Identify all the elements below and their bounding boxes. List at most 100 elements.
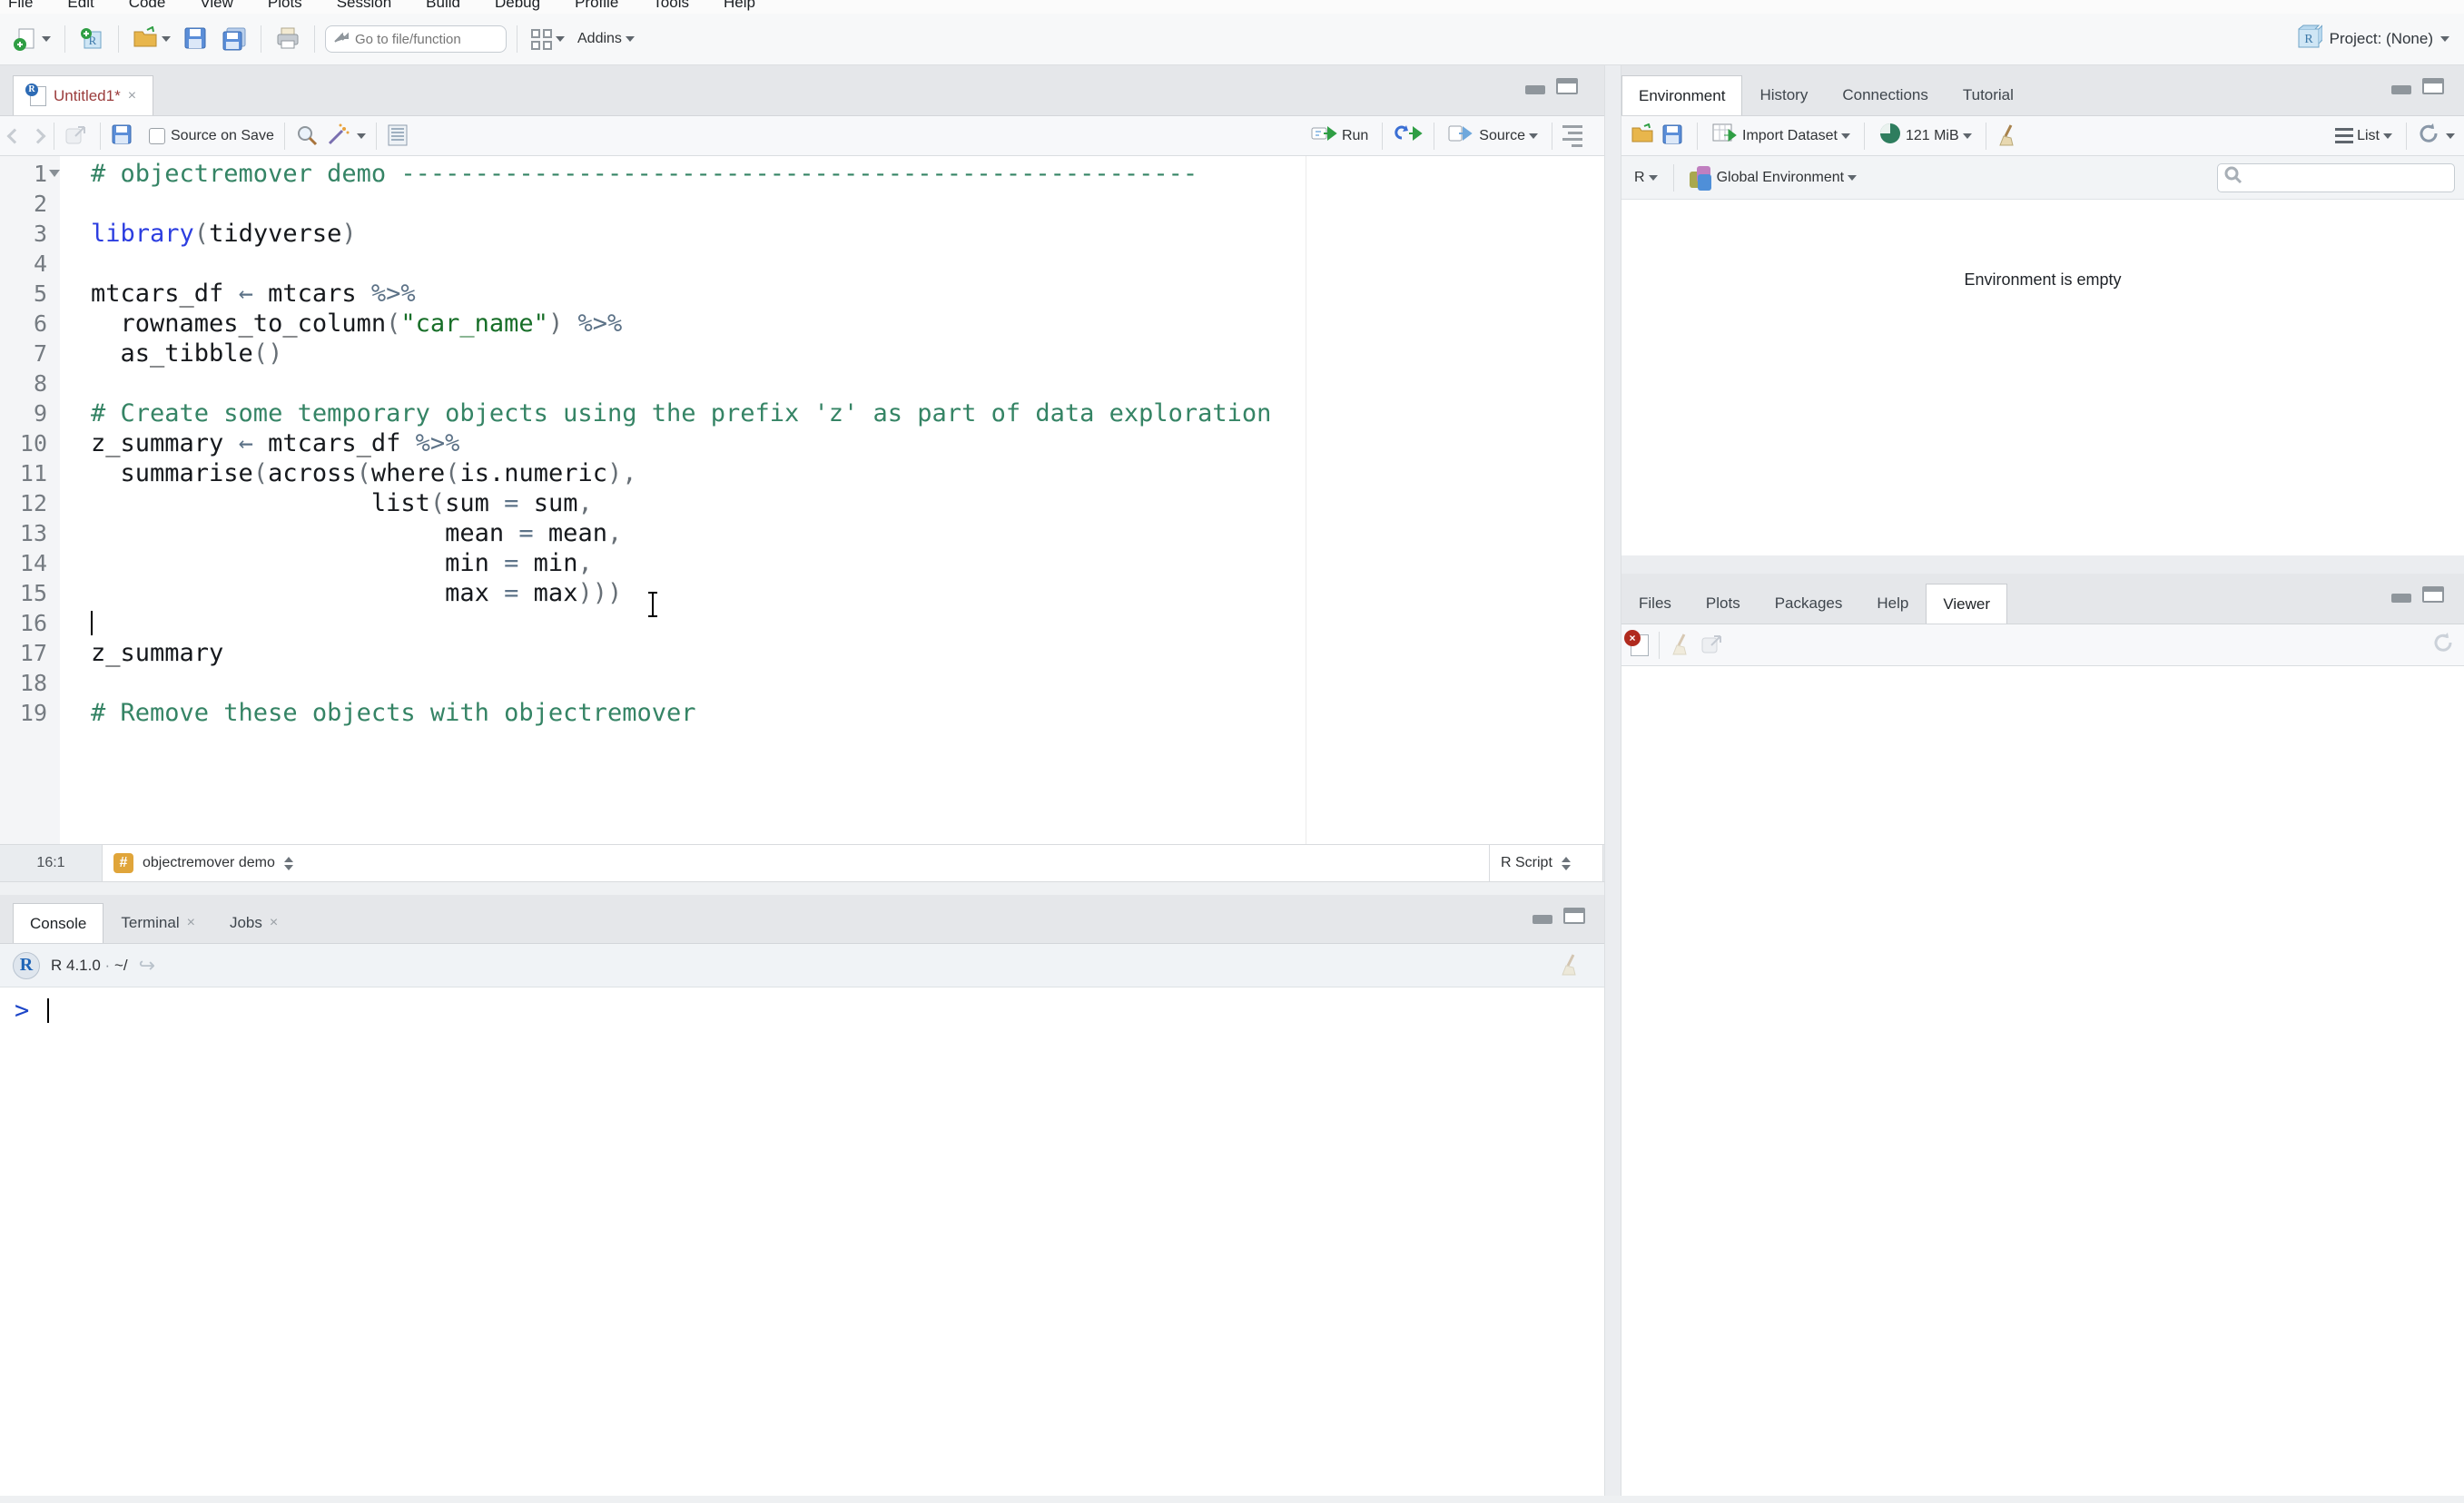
magic-wand-icon[interactable] — [326, 123, 351, 149]
list-view-button[interactable]: List — [2331, 125, 2396, 147]
close-icon[interactable]: × — [128, 88, 136, 104]
forward-icon[interactable] — [30, 128, 46, 143]
broom-icon[interactable] — [1670, 633, 1695, 658]
tab-console[interactable]: Console — [13, 903, 104, 943]
code-segment: ( — [356, 459, 371, 487]
back-icon[interactable] — [6, 128, 23, 143]
minimize-icon[interactable] — [2391, 594, 2411, 603]
minimize-icon[interactable] — [1525, 85, 1545, 94]
file-type-selector[interactable]: R Script — [1489, 845, 1603, 881]
horizontal-splitter[interactable] — [1621, 555, 2464, 574]
print-button[interactable] — [271, 24, 304, 54]
pane-gap — [0, 882, 1604, 895]
menu-profile[interactable]: Profile — [557, 0, 636, 12]
goto-file-input[interactable] — [355, 31, 491, 47]
tab-untitled1[interactable]: R Untitled1* × — [13, 75, 154, 115]
menu-edit[interactable]: Edit — [50, 0, 111, 12]
tab-plots[interactable]: Plots — [1689, 584, 1758, 624]
fold-arrow-icon[interactable] — [49, 170, 60, 177]
section-selector[interactable]: # objectremover demo — [102, 845, 1489, 881]
addins-button[interactable]: Addins — [574, 28, 638, 50]
refresh-icon[interactable] — [2417, 122, 2440, 150]
compile-notebook-icon[interactable] — [387, 123, 412, 149]
broom-icon[interactable] — [1996, 123, 2022, 149]
menu-build[interactable]: Build — [409, 0, 478, 12]
code-segment: is.numeric — [459, 459, 607, 487]
vertical-splitter[interactable] — [1604, 65, 1621, 1496]
code-segment: = — [518, 519, 534, 547]
menu-session[interactable]: Session — [320, 0, 409, 12]
close-icon[interactable]: × — [187, 915, 195, 931]
save-icon[interactable] — [111, 123, 136, 149]
code-segment: , — [577, 489, 593, 517]
maximize-icon[interactable] — [1556, 78, 1578, 94]
source-on-save-checkbox[interactable] — [149, 127, 165, 144]
code-editor[interactable]: 1 2 3 4 5 6 7 8 9 10 11 12 13 14 15 16 17 18 19 # objectre… — [0, 156, 1604, 844]
chevron-down-icon[interactable] — [2446, 133, 2455, 139]
tab-help[interactable]: Help — [1859, 584, 1926, 624]
tab-jobs[interactable]: Jobs × — [212, 903, 295, 943]
maximize-icon[interactable] — [1563, 908, 1585, 924]
minimize-icon[interactable] — [2391, 85, 2411, 94]
tab-label: Terminal — [121, 914, 180, 931]
tab-packages[interactable]: Packages — [1758, 584, 1860, 624]
source-button[interactable]: Source — [1444, 122, 1542, 150]
project-menu-button[interactable]: R Project: (None) — [2295, 24, 2455, 55]
close-icon[interactable]: × — [270, 915, 278, 931]
minimize-icon[interactable] — [1533, 915, 1552, 924]
maximize-icon[interactable] — [2422, 586, 2444, 603]
tab-environment[interactable]: Environment — [1621, 75, 1743, 115]
new-file-button[interactable] — [9, 24, 54, 54]
environment-selector[interactable]: Global Environment — [1686, 163, 1861, 192]
clear-viewer-icon[interactable]: × — [1624, 629, 1649, 656]
maximize-icon[interactable] — [2422, 78, 2444, 94]
tab-connections[interactable]: Connections — [1825, 75, 1946, 115]
import-dataset-button[interactable]: Import Dataset — [1708, 120, 1854, 152]
menu-help[interactable]: Help — [706, 0, 773, 12]
menu-file[interactable]: File — [0, 0, 50, 12]
tab-terminal[interactable]: Terminal × — [103, 903, 212, 943]
tab-history[interactable]: History — [1742, 75, 1825, 115]
run-button[interactable]: Run — [1307, 122, 1372, 150]
line-number: 17 — [19, 640, 47, 666]
code-line: summarise(across(where(is.numeric), — [91, 458, 637, 488]
menu-code[interactable]: Code — [112, 0, 183, 12]
broom-icon[interactable] — [1559, 953, 1584, 978]
tab-viewer[interactable]: Viewer — [1926, 584, 2007, 624]
console[interactable]: > — [0, 987, 1604, 1496]
refresh-icon[interactable] — [2431, 631, 2455, 659]
language-selector[interactable]: R — [1631, 167, 1661, 189]
tab-files[interactable]: Files — [1621, 584, 1689, 624]
chevron-down-icon[interactable] — [356, 133, 366, 139]
code-segment: # Remove these objects with objectremove… — [91, 699, 696, 727]
new-project-button[interactable]: R — [75, 24, 108, 54]
pane-layout-button[interactable] — [527, 26, 568, 53]
menu-plots[interactable]: Plots — [251, 0, 320, 12]
save-workspace-icon[interactable] — [1661, 123, 1687, 149]
popout-icon[interactable] — [1700, 633, 1726, 658]
global-env-cube-icon — [1689, 165, 1713, 191]
view-working-dir-icon[interactable]: ↪ — [139, 954, 155, 977]
save-button[interactable] — [180, 24, 212, 54]
menu-view[interactable]: View — [182, 0, 251, 12]
menu-debug[interactable]: Debug — [478, 0, 557, 12]
open-workspace-icon[interactable] — [1631, 123, 1656, 149]
line-number: 7 — [33, 340, 47, 367]
popout-icon[interactable] — [64, 123, 90, 149]
search-icon[interactable] — [295, 123, 320, 149]
goto-file-box[interactable] — [325, 25, 507, 53]
viewer-toolbar: × — [1621, 624, 2464, 666]
environment-search-box[interactable] — [2217, 162, 2455, 192]
code-segment: z_summary — [91, 639, 224, 667]
open-file-button[interactable] — [129, 24, 174, 54]
environment-search-input[interactable] — [2243, 171, 2434, 184]
save-all-button[interactable] — [218, 24, 251, 54]
rerun-icon[interactable] — [1393, 123, 1424, 148]
memory-usage-button[interactable]: 121 MiB — [1875, 119, 1976, 152]
save-all-icon — [222, 26, 247, 52]
menu-tools[interactable]: Tools — [636, 0, 706, 12]
document-outline-icon[interactable] — [1562, 124, 1582, 147]
goto-arrow-icon — [333, 30, 350, 49]
source-status-bar: 16:1 # objectremover demo R Script — [0, 844, 1604, 882]
tab-tutorial[interactable]: Tutorial — [1946, 75, 2031, 115]
